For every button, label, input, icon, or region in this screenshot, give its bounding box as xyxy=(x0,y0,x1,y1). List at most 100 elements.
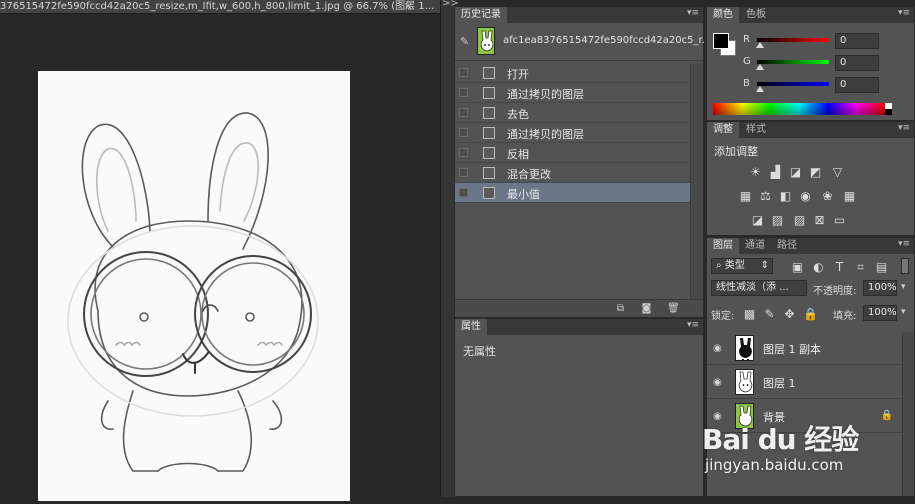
channel-slider-thumb[interactable] xyxy=(756,86,764,92)
history-brush-source-checkbox[interactable] xyxy=(459,188,468,197)
levels-icon[interactable]: ▟ xyxy=(769,166,782,178)
history-step-label: 最小值 xyxy=(507,188,540,201)
lock-position-icon[interactable]: ✥ xyxy=(783,308,796,320)
black-white-ramp[interactable] xyxy=(885,103,892,115)
history-snapshot[interactable]: ✎ afc1ea8376515472fe590fccd42a20c5_r... xyxy=(455,23,711,61)
lock-image-pixels-icon[interactable]: ✎ xyxy=(763,308,776,320)
tab-styles[interactable]: 样式 xyxy=(740,122,772,138)
opacity-dropdown-icon[interactable]: ▾ xyxy=(901,282,906,292)
tab-paths[interactable]: 路径 xyxy=(771,238,803,254)
trash-icon[interactable]: 🗑 xyxy=(667,303,680,314)
properties-panel: 属性 ▾≡ 无属性 xyxy=(454,318,704,497)
foreground-color-swatch[interactable] xyxy=(713,33,729,49)
close-document-icon[interactable]: × xyxy=(404,0,412,13)
gradient-map-icon[interactable]: ▭ xyxy=(833,214,846,226)
brightness-icon[interactable]: ☀ xyxy=(749,166,762,178)
panel-menu-icon[interactable]: ▾≡ xyxy=(898,239,910,249)
history-brush-source-checkbox[interactable] xyxy=(459,128,468,137)
history-step[interactable]: 去色 xyxy=(455,103,690,123)
channel-slider-track[interactable] xyxy=(757,38,829,42)
tab-color[interactable]: 颜色 xyxy=(707,7,739,23)
new-document-from-state-icon[interactable]: ⧉ xyxy=(615,303,626,314)
vibrance-icon[interactable]: ▽ xyxy=(831,166,844,178)
selective-color-icon[interactable]: ⊠ xyxy=(813,214,826,226)
fill-dropdown-icon[interactable]: ▾ xyxy=(901,307,906,317)
hue-saturation-icon[interactable]: ▦ xyxy=(739,190,752,202)
history-step[interactable]: 反相 xyxy=(455,143,690,163)
filter-smart-object-icon[interactable]: ▤ xyxy=(875,261,888,273)
camera-icon[interactable]: ◙ xyxy=(641,303,652,314)
history-brush-source-checkbox[interactable] xyxy=(459,168,468,177)
color-lookup-icon[interactable]: ▦ xyxy=(843,190,856,202)
history-brush-source-icon[interactable]: ✎ xyxy=(460,35,469,48)
fill-label: 填充: xyxy=(833,311,857,322)
history-step[interactable]: 打开 xyxy=(455,63,690,83)
channel-slider-track[interactable] xyxy=(757,82,829,86)
history-step-label: 通过拷贝的图层 xyxy=(507,128,584,141)
fill-input[interactable]: 100% xyxy=(863,305,897,321)
history-step-label: 去色 xyxy=(507,108,529,121)
history-step-label: 反相 xyxy=(507,148,529,161)
exposure-icon[interactable]: ◩ xyxy=(809,166,822,178)
history-brush-source-checkbox[interactable] xyxy=(459,68,468,77)
lock-all-icon[interactable]: 🔒 xyxy=(803,308,818,320)
channel-value-input[interactable]: 0 xyxy=(835,33,879,49)
history-brush-source-checkbox[interactable] xyxy=(459,88,468,97)
channel-slider-track[interactable] xyxy=(757,60,829,64)
history-scrollbar[interactable] xyxy=(690,63,703,301)
tab-channels[interactable]: 通道 xyxy=(739,238,771,254)
color-channel-row: G0 xyxy=(743,55,913,73)
layer-row[interactable]: ◉ 图层 1 xyxy=(707,365,903,399)
blend-mode-select[interactable]: 线性减淡（添 ... xyxy=(711,280,807,296)
panel-menu-icon[interactable]: ▾≡ xyxy=(687,320,699,330)
curves-icon[interactable]: ◪ xyxy=(789,166,802,178)
history-brush-source-checkbox[interactable] xyxy=(459,148,468,157)
panel-menu-icon[interactable]: ▾≡ xyxy=(898,8,910,18)
channel-slider-thumb[interactable] xyxy=(756,64,764,70)
invert-icon[interactable]: ◪ xyxy=(751,214,764,226)
opacity-input[interactable]: 100% xyxy=(863,280,897,296)
history-step[interactable]: 最小值 xyxy=(455,183,690,203)
history-state-icon xyxy=(483,147,495,159)
history-step[interactable]: 通过拷贝的图层 xyxy=(455,123,690,143)
tab-properties[interactable]: 属性 xyxy=(455,319,487,335)
panel-menu-icon[interactable]: ▾≡ xyxy=(898,123,910,133)
channel-mixer-icon[interactable]: ❀ xyxy=(821,190,834,202)
black-white-icon[interactable]: ◧ xyxy=(779,190,792,202)
history-brush-source-checkbox[interactable] xyxy=(459,108,468,117)
panel-collapse-strip[interactable]: >> xyxy=(440,0,459,497)
channel-value-input[interactable]: 0 xyxy=(835,55,879,71)
layer-row[interactable]: ◉ 图层 1 副本 xyxy=(707,331,903,365)
posterize-icon[interactable]: ▨ xyxy=(771,214,784,226)
color-tabbar: 颜色 色板 ▾≡ xyxy=(707,7,914,23)
baidu-jingyan-watermark: Bai du 经验 jingyan.baidu.com xyxy=(700,400,915,497)
channel-value-input[interactable]: 0 xyxy=(835,77,879,93)
layer-filter-kind-select[interactable]: ⌕ 类型 ⇕ xyxy=(711,258,773,274)
history-step[interactable]: 通过拷贝的图层 xyxy=(455,83,690,103)
photo-filter-icon[interactable]: ◉ xyxy=(799,190,812,202)
tab-layers[interactable]: 图层 xyxy=(707,238,739,254)
tab-adjustments[interactable]: 调整 xyxy=(707,122,739,138)
channel-slider-thumb[interactable] xyxy=(756,42,764,48)
layer-name: 图层 1 副本 xyxy=(763,343,821,356)
threshold-icon[interactable]: ▨ xyxy=(793,214,806,226)
panel-menu-icon[interactable]: ▾≡ xyxy=(687,8,699,18)
color-balance-icon[interactable]: ⚖ xyxy=(759,190,772,202)
filter-pixel-icon[interactable]: ▣ xyxy=(791,261,804,273)
filter-adjustment-icon[interactable]: ◐ xyxy=(812,261,825,273)
eye-icon[interactable]: ◉ xyxy=(713,343,722,354)
history-step[interactable]: 混合更改 xyxy=(455,163,690,183)
eye-icon[interactable]: ◉ xyxy=(713,377,722,388)
canvas-area[interactable] xyxy=(0,14,440,501)
filter-toggle-switch[interactable] xyxy=(901,258,909,274)
rabbit-sketch-illustration xyxy=(67,112,319,472)
image-canvas[interactable] xyxy=(38,71,350,501)
document-tab[interactable]: 376515472fe590fccd42a20c5_resize,m_lfit,… xyxy=(0,0,440,14)
channel-label: G xyxy=(743,56,751,67)
filter-type-icon[interactable]: T xyxy=(833,261,846,273)
color-spectrum-bar[interactable] xyxy=(713,103,885,115)
lock-transparent-pixels-icon[interactable]: ▩ xyxy=(743,308,756,320)
tab-history[interactable]: 历史记录 xyxy=(455,7,507,23)
tab-swatches[interactable]: 色板 xyxy=(740,7,772,23)
filter-shape-icon[interactable]: ⌗ xyxy=(854,261,867,273)
